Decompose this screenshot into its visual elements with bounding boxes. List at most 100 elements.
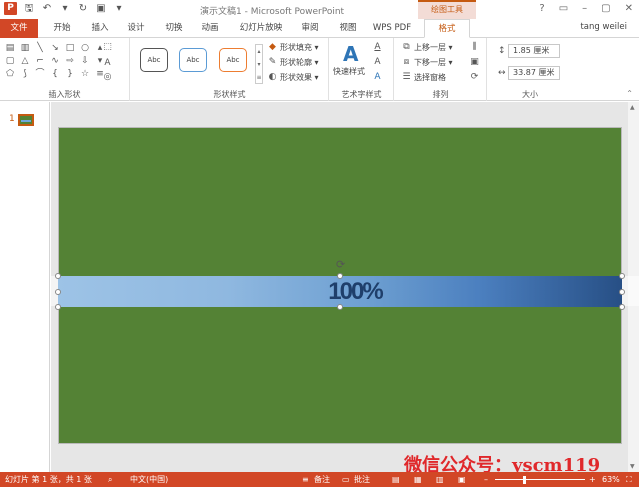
text-outline-button[interactable]: A xyxy=(372,57,383,68)
zoom-slider[interactable] xyxy=(495,479,585,480)
notes-button[interactable]: 备注 xyxy=(314,472,330,487)
oval-shape-icon[interactable]: ○ xyxy=(79,42,91,54)
arc-shape-icon[interactable]: ⌒ xyxy=(34,68,46,80)
brace-left-shape-icon[interactable]: { xyxy=(49,68,61,80)
textbox-shape-icon[interactable]: ▤ xyxy=(4,42,16,54)
tab-wps-pdf[interactable]: WPS PDF xyxy=(370,19,414,38)
zoom-out-icon[interactable]: – xyxy=(484,472,488,487)
tab-format[interactable]: 格式 xyxy=(424,19,470,38)
resize-handle-top-right[interactable] xyxy=(619,273,625,279)
text-effects-button[interactable]: A xyxy=(372,72,383,83)
tab-file[interactable]: 文件 xyxy=(0,19,38,38)
star-shape-icon[interactable]: ☆ xyxy=(79,68,91,80)
close-icon[interactable]: ✕ xyxy=(625,3,633,14)
rectangle-shape-icon[interactable]: □ xyxy=(64,42,76,54)
help-icon[interactable]: ? xyxy=(539,3,544,14)
bring-forward-button[interactable]: ⧉ 上移一层 ▾ xyxy=(401,42,452,53)
tab-home[interactable]: 开始 xyxy=(48,19,76,38)
title-bar: P 🖫 ↶ ▾ ↻ ▣ ▾ 演示文稿1 - Microsoft PowerPoi… xyxy=(0,0,639,19)
scroll-down-icon[interactable]: ▼ xyxy=(630,463,635,470)
tab-design[interactable]: 设计 xyxy=(122,19,150,38)
wordart-a-icon[interactable]: A xyxy=(343,42,358,66)
progress-bar-shape[interactable]: 100% xyxy=(58,276,622,307)
resize-handle-left[interactable] xyxy=(55,289,61,295)
tab-insert[interactable]: 插入 xyxy=(86,19,114,38)
comments-icon[interactable]: ▭ xyxy=(342,472,350,487)
down-arrow-shape-icon[interactable]: ⇩ xyxy=(79,55,91,67)
shape-height-input[interactable]: 1.85 厘米 xyxy=(508,44,560,58)
arrow-line-shape-icon[interactable]: ↘ xyxy=(49,42,61,54)
merge-shapes-button[interactable]: ◎ xyxy=(102,72,113,83)
tab-animations[interactable]: 动画 xyxy=(196,19,224,38)
zoom-in-icon[interactable]: + xyxy=(589,472,596,487)
align-icon: ⫼ xyxy=(472,42,477,52)
edit-shape-button[interactable]: ⬚ xyxy=(102,42,113,53)
line-shape-icon[interactable]: ╲ xyxy=(34,42,46,54)
shapes-gallery: ▤ ▥ ╲ ↘ □ ○ ▴ ▢ △ ⌐ ∿ ⇨ ⇩ ▾ ⬠ ⟆ ⌒ { } ☆ … xyxy=(4,42,106,80)
vertical-textbox-shape-icon[interactable]: ▥ xyxy=(19,42,31,54)
undo-dropdown-icon[interactable]: ▾ xyxy=(59,3,71,15)
brace-right-shape-icon[interactable]: } xyxy=(64,68,76,80)
resize-handle-bottom[interactable] xyxy=(337,304,343,310)
curve-shape-icon[interactable]: ∿ xyxy=(49,55,61,67)
rounded-rect-shape-icon[interactable]: ▢ xyxy=(4,55,16,67)
group-objects-button[interactable]: ▣ xyxy=(469,57,480,68)
undo-icon[interactable]: ↶ xyxy=(41,3,53,15)
style-gallery-scroll[interactable]: ▴ ▾ ≡ xyxy=(255,44,263,84)
style-sample-3[interactable]: Abc xyxy=(219,48,247,72)
style-sample-1[interactable]: Abc xyxy=(140,48,168,72)
collapse-ribbon-icon[interactable]: ⌃ xyxy=(626,89,633,98)
user-name[interactable]: tang weilei xyxy=(580,22,627,32)
spelling-icon[interactable]: ⌕ xyxy=(108,472,112,487)
save-icon[interactable]: 🖫 xyxy=(23,3,35,15)
quick-styles-button[interactable]: 快速样式 xyxy=(333,66,365,77)
shape-outline-button[interactable]: ✎ 形状轮廓 ▾ xyxy=(267,57,319,68)
customize-qat-icon[interactable]: ▾ xyxy=(113,3,125,15)
redo-icon[interactable]: ↻ xyxy=(77,3,89,15)
shape-fill-button[interactable]: ◆ 形状填充 ▾ xyxy=(267,42,319,53)
send-backward-button[interactable]: ⧈ 下移一层 ▾ xyxy=(401,57,453,68)
notes-icon[interactable]: ≡ xyxy=(302,472,309,487)
width-icon: ↔ xyxy=(498,68,506,78)
scroll-up-icon[interactable]: ▲ xyxy=(630,104,635,111)
fit-to-window-icon[interactable]: ⛶ xyxy=(626,472,632,487)
ribbon: ▤ ▥ ╲ ↘ □ ○ ▴ ▢ △ ⌐ ∿ ⇨ ⇩ ▾ ⬠ ⟆ ⌒ { } ☆ … xyxy=(0,38,639,101)
zoom-slider-knob[interactable] xyxy=(523,476,526,484)
triangle-shape-icon[interactable]: △ xyxy=(19,55,31,67)
ribbon-display-icon[interactable]: ▭ xyxy=(559,3,568,14)
resize-handle-top[interactable] xyxy=(337,273,343,279)
tab-transitions[interactable]: 切换 xyxy=(160,19,188,38)
style-sample-2[interactable]: Abc xyxy=(179,48,207,72)
freeform-shape-icon[interactable]: ⟆ xyxy=(19,68,31,80)
minimize-icon[interactable]: – xyxy=(582,3,587,14)
group-arrange: ⧉ 上移一层 ▾ ⧈ 下移一层 ▾ ☰ 选择窗格 ⫼ ▣ ⟳ 排列 xyxy=(395,38,487,101)
selection-pane-button[interactable]: ☰ 选择窗格 xyxy=(401,72,446,83)
normal-view-icon[interactable]: ▤ xyxy=(392,472,400,487)
text-box-button[interactable]: A xyxy=(102,58,113,69)
slide-sorter-icon[interactable]: ▦ xyxy=(414,472,422,487)
resize-handle-bottom-left[interactable] xyxy=(55,304,61,310)
resize-handle-bottom-right[interactable] xyxy=(619,304,625,310)
shape-effects-button[interactable]: ◐ 形状效果 ▾ xyxy=(267,72,319,83)
slideshow-view-icon[interactable]: ▣ xyxy=(458,472,466,487)
comments-button[interactable]: 批注 xyxy=(354,472,370,487)
rotate-handle-icon[interactable]: ⟳ xyxy=(336,258,345,271)
tab-view[interactable]: 视图 xyxy=(334,19,362,38)
reading-view-icon[interactable]: ▥ xyxy=(436,472,444,487)
pentagon-shape-icon[interactable]: ⬠ xyxy=(4,68,16,80)
resize-handle-top-left[interactable] xyxy=(55,273,61,279)
present-icon[interactable]: ▣ xyxy=(95,3,107,15)
right-arrow-shape-icon[interactable]: ⇨ xyxy=(64,55,76,67)
align-button[interactable]: ⫼ xyxy=(469,42,480,53)
zoom-level[interactable]: 63% xyxy=(602,472,620,487)
tab-review[interactable]: 审阅 xyxy=(296,19,324,38)
resize-handle-right[interactable] xyxy=(619,289,625,295)
shape-width-input[interactable]: 33.87 厘米 xyxy=(508,66,560,80)
text-fill-button[interactable]: A xyxy=(372,42,383,53)
language-indicator[interactable]: 中文(中国) xyxy=(130,472,168,487)
maximize-icon[interactable]: ▢ xyxy=(601,3,610,14)
slide-thumbnail[interactable] xyxy=(18,114,34,126)
tab-slideshow[interactable]: 幻灯片放映 xyxy=(234,19,288,38)
rotate-button[interactable]: ⟳ xyxy=(469,72,480,83)
elbow-shape-icon[interactable]: ⌐ xyxy=(34,55,46,67)
